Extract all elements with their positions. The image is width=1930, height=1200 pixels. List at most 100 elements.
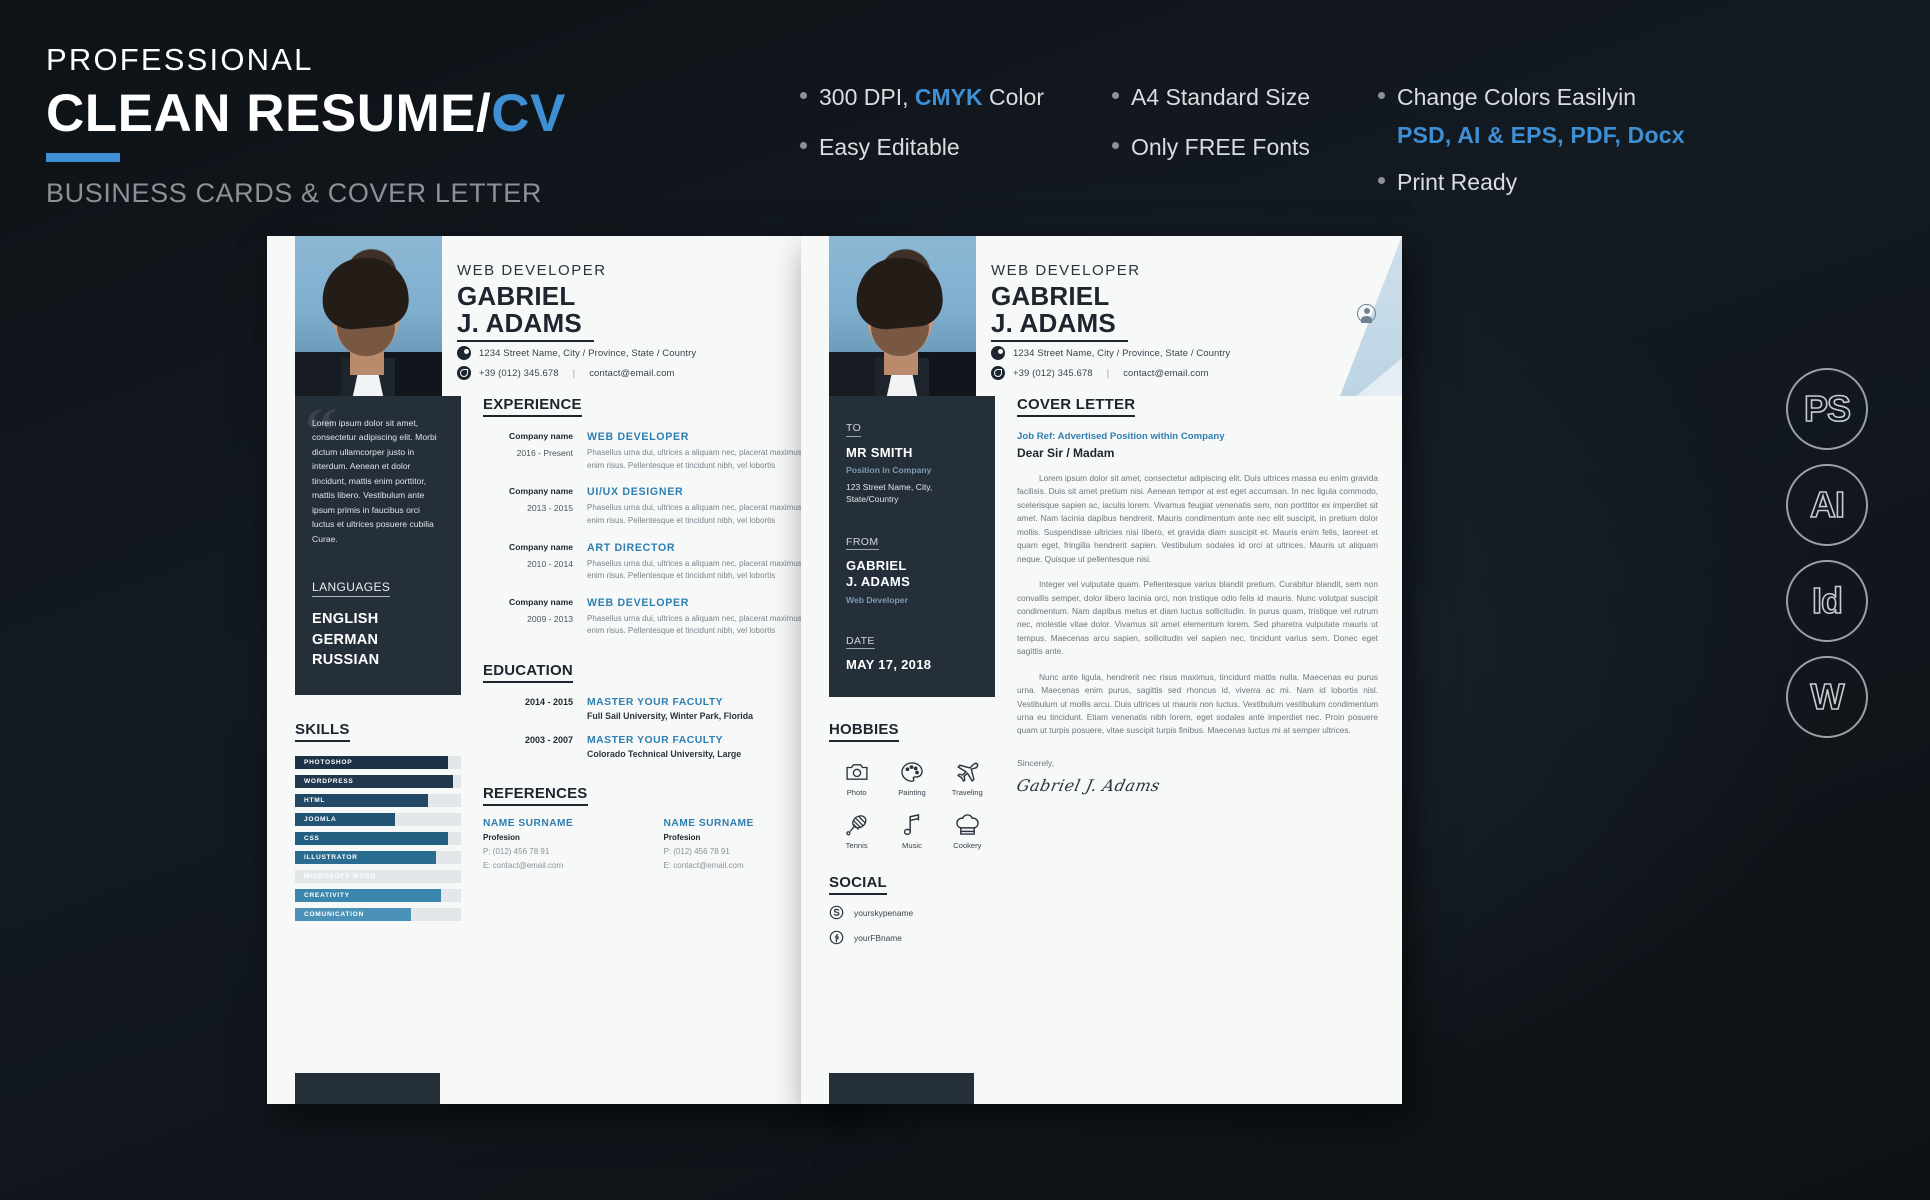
skill-bar-fill: CSS [295, 831, 448, 845]
social-item[interactable]: yourskypename [829, 905, 995, 920]
language-item: ENGLISH [312, 610, 379, 627]
promo-subtitle: BUSINESS CARDS & COVER LETTER [46, 178, 543, 209]
reference-email[interactable]: E: contact@email.com [483, 861, 664, 870]
hobby-item: Cookery [940, 813, 995, 850]
experience-company: Company name [509, 486, 573, 497]
feature-text: A4 Standard Size [1130, 84, 1310, 110]
experience-meta: Company name 2016 - Present [483, 431, 587, 472]
page-footer-bar [829, 1073, 974, 1104]
letter-meta-card: TO MR SMITH Position in Company 123 Stre… [829, 396, 995, 698]
feature-column-2: A4 Standard Size Only FREE Fonts [1111, 82, 1310, 217]
chef-hat-icon [940, 813, 995, 837]
bullet-icon [1111, 142, 1119, 150]
hobby-label: Painting [898, 788, 926, 798]
skill-label: PHOTOSHOP [304, 758, 353, 766]
skill-bar: WORDPRESS [295, 774, 461, 788]
contact-phone-row: +39 (012) 345.678 | contact@email.com [457, 366, 696, 380]
photoshop-badge: PS [1786, 368, 1868, 450]
reference-item: NAME SURNAME Profesion P: (012) 456 78 91 E… [483, 818, 664, 870]
resume-page: WEB DEVELOPER GABRIEL J. ADAMS 1234 Stre… [267, 236, 868, 1104]
education-school: Full Sail University, Winter Park, Flori… [587, 711, 753, 721]
skill-label: WORDPRESS [304, 777, 354, 785]
contact-separator: | [1106, 367, 1110, 379]
education-item: 2014 - 2015 MASTER YOUR FACULTY Full Sail … [483, 697, 844, 721]
skill-bar: CREATIVITY [295, 888, 461, 902]
feature-item: A4 Standard Size [1111, 82, 1310, 113]
skills-title: SKILLS [295, 721, 350, 742]
experience-years: 2010 - 2014 [527, 558, 573, 569]
hobby-label: Cookery [953, 841, 982, 851]
social-handle: yourskypename [854, 907, 914, 918]
job-ref: Job Ref: Advertised Position within Comp… [1017, 431, 1225, 442]
letter-paragraph: Integer vel vulputate quam. Pellentesque… [1017, 579, 1378, 657]
feature-list: 300 DPI, CMYK Color Easy Editable A4 Sta… [800, 82, 1685, 217]
languages-title: LANGUAGES [312, 580, 391, 597]
feature-text: Change Colors Easilyin [1397, 84, 1637, 110]
contact-address-row: 1234 Street Name, City / Province, State… [457, 346, 696, 360]
letter-paragraph: Nunc ante ligula, hendrerit nec risus ma… [1017, 671, 1378, 736]
to-name: MR SMITH [846, 444, 913, 460]
hobby-item: Traveling [940, 760, 995, 797]
bullet-icon [800, 92, 807, 99]
education-section: EDUCATION 2014 - 2015 MASTER YOUR FACULTY… [483, 662, 844, 759]
social-item[interactable]: yourFBname [829, 930, 995, 945]
feature-text: Only FREE Fonts [1130, 134, 1310, 161]
promo-title: CLEAN RESUME/CV [46, 85, 566, 142]
skill-bar-fill: COMUNICATION [295, 907, 412, 921]
sincerely-text: Sincerely, [1017, 757, 1055, 768]
skill-bar: COMUNICATION [295, 907, 461, 921]
resume-person-name: GABRIEL J. ADAMS [457, 283, 607, 337]
skype-icon [829, 905, 844, 920]
contact-email[interactable]: contact@email.com [1123, 368, 1208, 379]
contact-phone-row: +39 (012) 345.678 | contact@email.com [991, 366, 1230, 380]
resume-body: “ Lorem ipsum dolor sit amet, consectetu… [267, 396, 868, 927]
education-detail: MASTER YOUR FACULTY Colorado Technical Un… [587, 735, 741, 759]
resume-job-title: WEB DEVELOPER [457, 262, 607, 279]
promo-title-block: PROFESSIONAL CLEAN RESUME/CV BUSINESS CA… [46, 44, 566, 209]
bullet-icon [1378, 92, 1385, 99]
resume-banner: WEB DEVELOPER GABRIEL J. ADAMS 1234 Stre… [267, 236, 868, 396]
hobby-item: Music [884, 813, 939, 850]
skill-bar-fill: WORDPRESS [295, 774, 453, 788]
phone-icon [457, 366, 471, 380]
education-degree: MASTER YOUR FACULTY [587, 735, 724, 746]
social-handle: yourFBname [854, 932, 902, 943]
skill-label: CREATIVITY [304, 891, 350, 899]
from-label: FROM [846, 536, 879, 551]
letter-paragraph: Lorem ipsum dolor sit amet, consectetur … [1017, 473, 1378, 564]
skill-label: JOOMLA [304, 815, 337, 823]
languages-list: ENGLISH GERMAN RUSSIAN [312, 609, 444, 671]
from-name-line2: J. ADAMS [846, 574, 911, 590]
promo-title-accent: CV [491, 84, 566, 143]
experience-item: Company name 2009 - 2013 WEB DEVELOPER Phas… [483, 597, 844, 638]
resume-sidebar: “ Lorem ipsum dolor sit amet, consectetu… [267, 396, 461, 927]
profile-photo [829, 236, 976, 396]
reference-profession: Profesion [483, 833, 520, 842]
hobbies-list: Photo Painting Traveling Tennis Music Cookery [829, 760, 995, 866]
education-degree: MASTER YOUR FACULTY [587, 697, 724, 708]
facebook-icon [829, 930, 844, 945]
feature-column-3: Change Colors Easilyin PSD, AI & EPS, PD… [1378, 82, 1685, 217]
skill-bar: HTML [295, 793, 461, 807]
references-section: REFERENCES NAME SURNAME Profesion P: (012)… [483, 785, 844, 870]
education-detail: MASTER YOUR FACULTY Full Sail University,… [587, 697, 753, 721]
resume-name-line2: J. ADAMS [457, 307, 582, 338]
contact-email[interactable]: contact@email.com [589, 368, 674, 379]
references-title: REFERENCES [483, 785, 588, 806]
feature-text-accent: CMYK [914, 84, 983, 110]
cover-contact-block: 1234 Street Name, City / Province, State… [991, 346, 1230, 386]
to-position: Position in Company [846, 464, 932, 475]
cover-person-name: GABRIEL J. ADAMS [991, 283, 1141, 337]
feature-item: Print Ready [1378, 167, 1685, 198]
feature-formats: PSD, AI & EPS, PDF, Docx [1397, 122, 1685, 149]
experience-meta: Company name 2009 - 2013 [483, 597, 587, 638]
experience-list: Company name 2016 - Present WEB DEVELOPER P… [483, 431, 844, 638]
social-title: SOCIAL [829, 874, 887, 896]
date-value: MAY 17, 2018 [846, 657, 932, 673]
phone-icon [991, 366, 1005, 380]
airplane-icon [940, 760, 995, 784]
social-section: SOCIAL yourskypename yourFBname [829, 874, 995, 945]
illustrator-badge: AI [1786, 464, 1868, 546]
experience-item: Company name 2013 - 2015 UI/UX DESIGNER Pha… [483, 486, 844, 527]
skill-label: COMUNICATION [304, 910, 364, 918]
